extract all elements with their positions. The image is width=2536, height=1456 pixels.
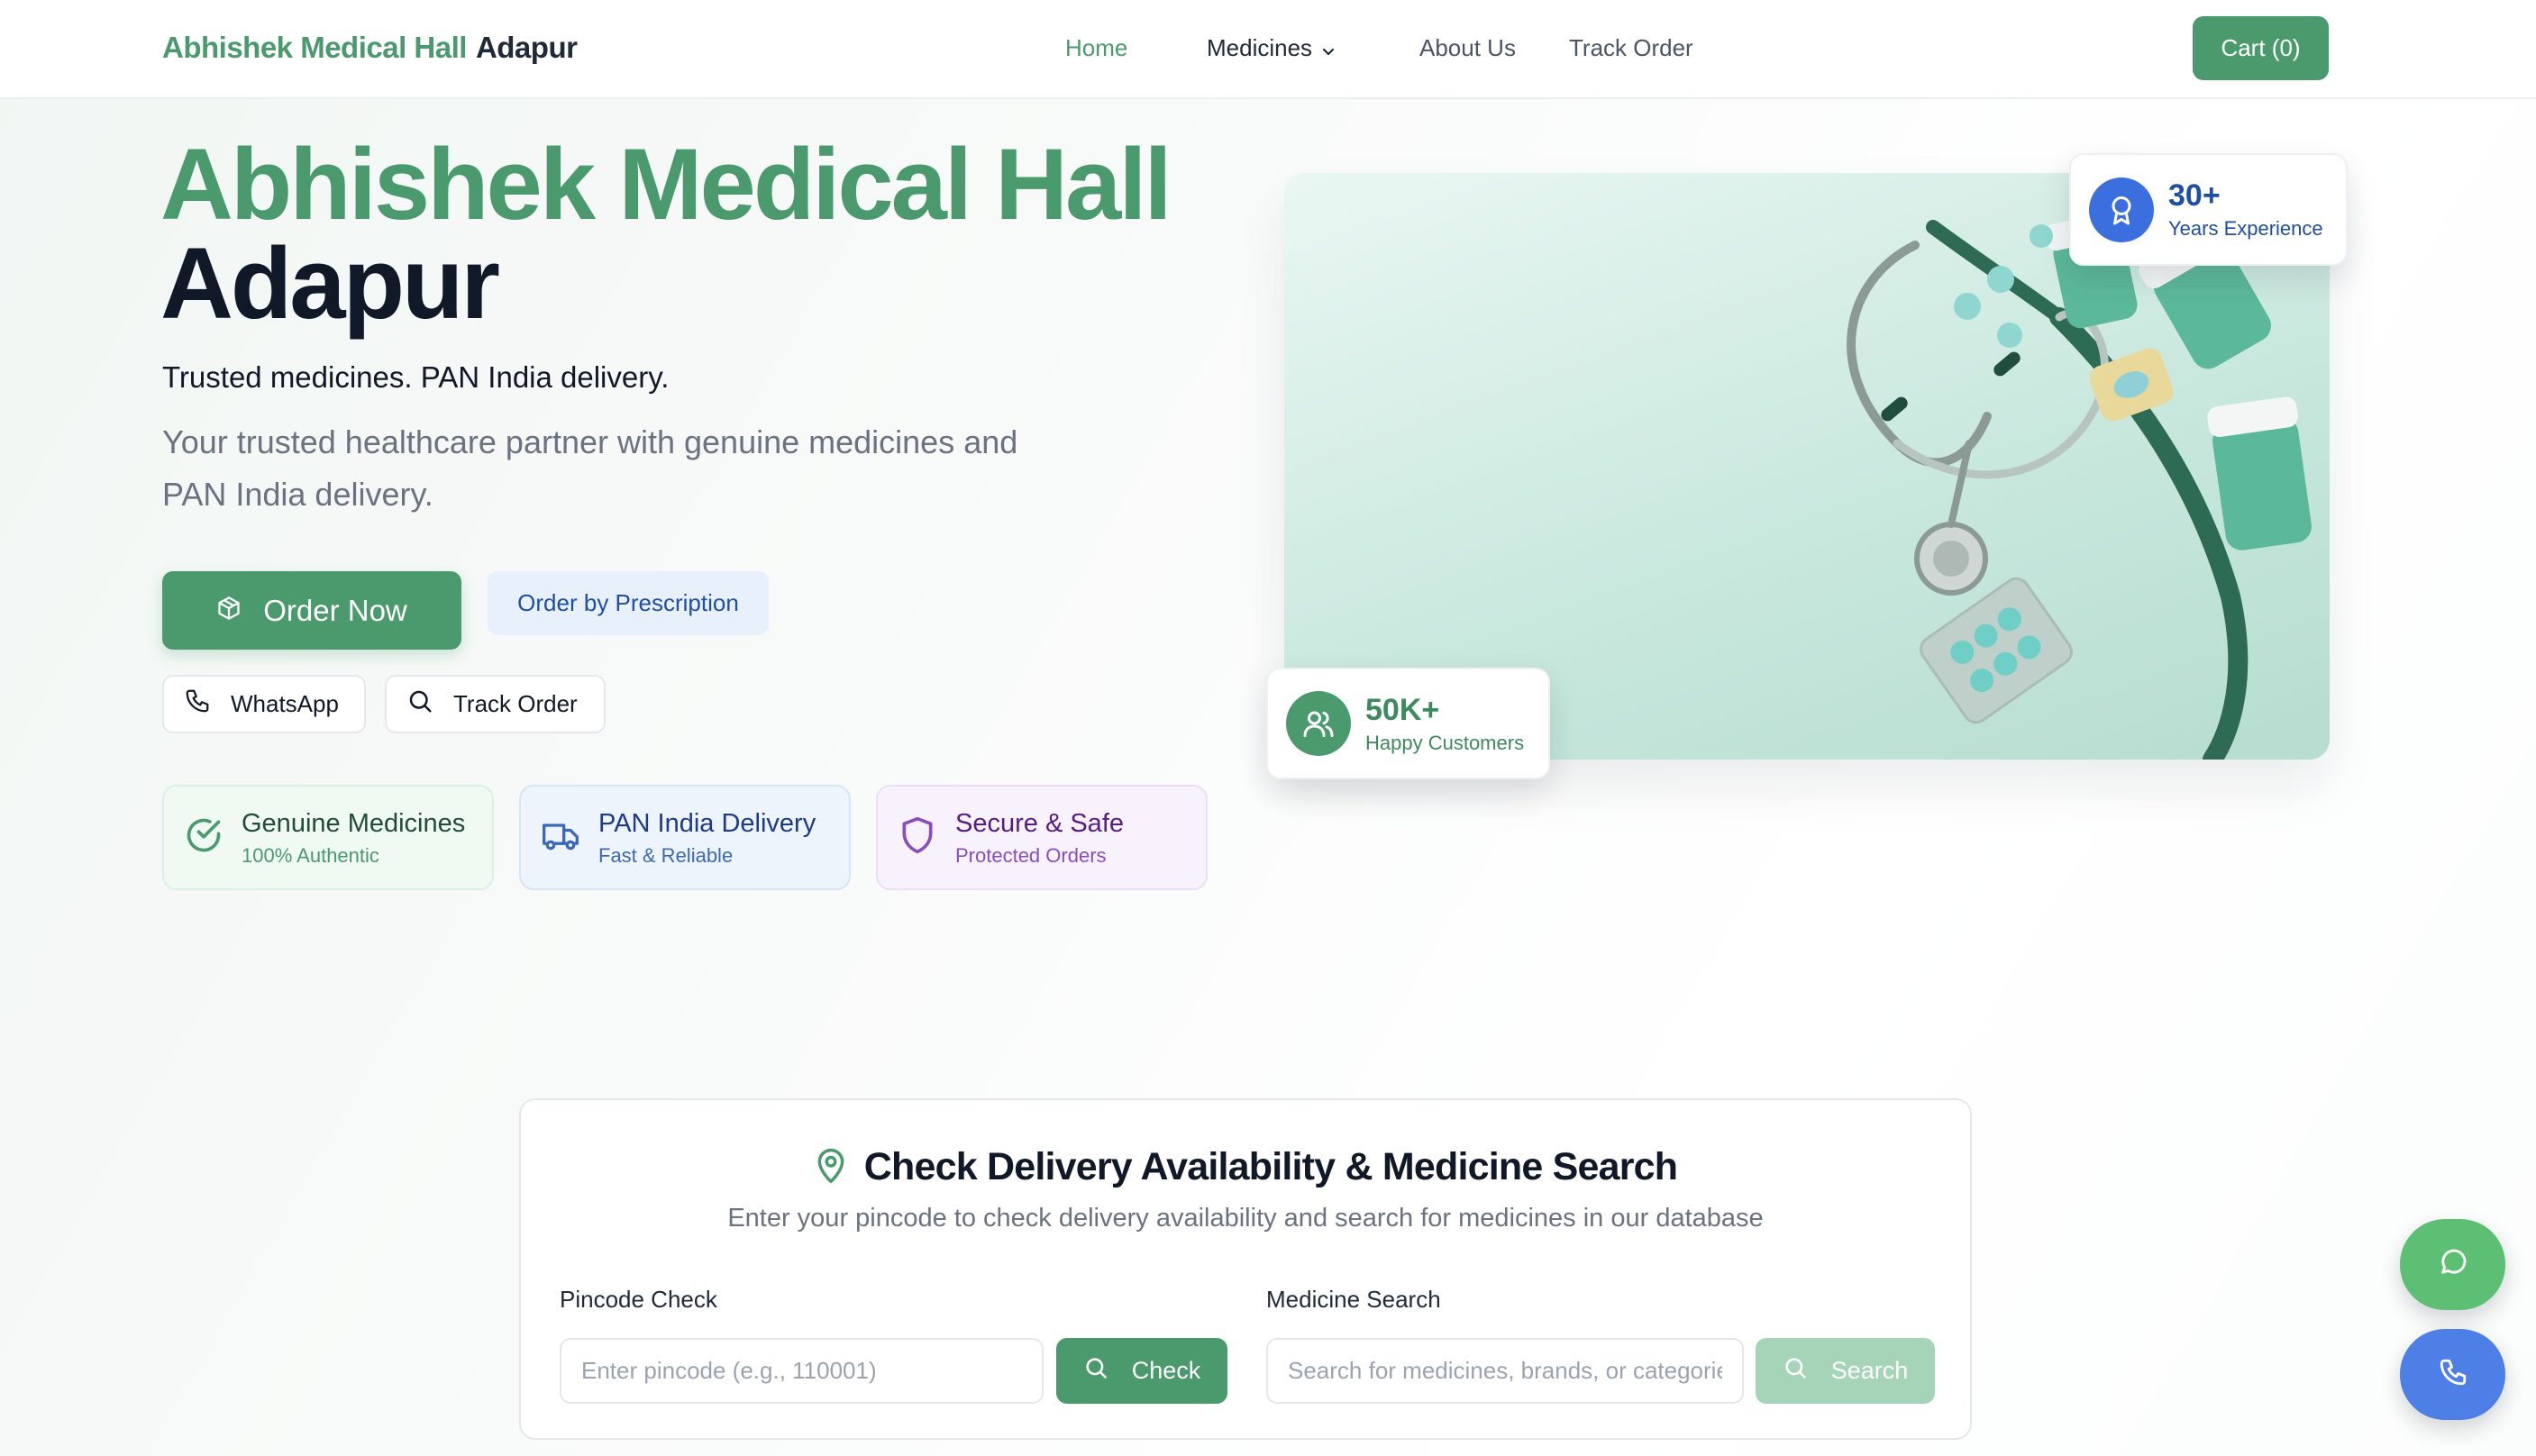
pincode-label: Pincode Check (560, 1286, 717, 1313)
order-now-label: Order Now (263, 593, 407, 627)
map-pin-icon (814, 1147, 848, 1195)
brand-logo[interactable]: Abhishek Medical Hall Adapur (162, 31, 578, 65)
nav-link-about[interactable]: About Us (1419, 34, 1516, 62)
hero-title-line1: Abhishek Medical Hall (160, 128, 1172, 241)
panel-subtitle: Enter your pincode to check delivery ava… (727, 1204, 1764, 1233)
shield-icon (898, 815, 937, 860)
stat-value: 30+ (2168, 178, 2221, 213)
top-navbar: Abhishek Medical Hall Adapur Home Medicin… (0, 0, 2536, 99)
nav-link-medicines-label: Medicines (1207, 34, 1313, 61)
panel-title: Check Delivery Availability & Medicine S… (521, 1145, 1970, 1195)
award-icon (2089, 177, 2154, 242)
message-circle-icon (2438, 1247, 2468, 1282)
track-order-label: Track Order (453, 690, 578, 717)
check-circle-icon (184, 815, 223, 860)
hero-title: Abhishek Medical Hall Adapur (160, 128, 1172, 340)
stat-label: Years Experience (2168, 217, 2323, 240)
feature-subtitle: 100% Authentic (242, 843, 379, 867)
search-icon (1083, 1355, 1108, 1387)
users-icon (1286, 691, 1351, 756)
track-order-button[interactable]: Track Order (385, 675, 606, 733)
hero-title-line2: Adapur (160, 227, 500, 340)
hero-description: Your trusted healthcare partner with gen… (162, 423, 1018, 513)
chevron-down-icon (1321, 36, 1336, 64)
medicine-search-label: Medicine Search (1266, 1286, 1441, 1313)
whatsapp-button[interactable]: WhatsApp (162, 675, 366, 733)
stat-card-experience: 30+ Years Experience (2069, 153, 2348, 266)
panel-title-text: Check Delivery Availability & Medicine S… (863, 1145, 1678, 1188)
feature-subtitle: Fast & Reliable (598, 843, 734, 867)
nav-link-track-order[interactable]: Track Order (1569, 34, 1693, 62)
hero-tagline: Trusted medicines. PAN India delivery. (162, 360, 670, 394)
brand-location: Adapur (475, 31, 578, 64)
search-icon (406, 687, 433, 721)
feature-title: Secure & Safe (955, 808, 1124, 838)
nav-link-home[interactable]: Home (1065, 34, 1127, 62)
pincode-input[interactable] (560, 1338, 1044, 1404)
phone-icon (2438, 1357, 2468, 1392)
stat-card-customers: 50K+ Happy Customers (1266, 668, 1550, 779)
medicine-search-input[interactable] (1266, 1338, 1744, 1404)
whatsapp-label: WhatsApp (231, 690, 339, 717)
check-pincode-button[interactable]: Check (1056, 1338, 1227, 1404)
call-fab[interactable] (2400, 1329, 2505, 1420)
medicine-search-button[interactable]: Search (1756, 1338, 1935, 1404)
brand-name: Abhishek Medical Hall (162, 31, 467, 64)
feature-title: Genuine Medicines (242, 808, 466, 838)
feature-secure-safe: Secure & Safe Protected Orders (876, 785, 1208, 890)
search-label: Search (1830, 1357, 1909, 1384)
feature-pan-india-delivery: PAN India Delivery Fast & Reliable (519, 785, 851, 890)
feature-title: PAN India Delivery (598, 808, 816, 838)
stat-label: Happy Customers (1365, 731, 1525, 754)
stat-value: 50K+ (1365, 692, 1440, 727)
order-now-button[interactable]: Order Now (162, 571, 461, 650)
package-icon (216, 594, 242, 628)
truck-icon (541, 815, 580, 860)
search-icon (1783, 1355, 1808, 1387)
cart-button[interactable]: Cart (0) (2193, 16, 2329, 80)
nav-link-medicines[interactable]: Medicines (1207, 34, 1336, 64)
whatsapp-chat-fab[interactable] (2400, 1219, 2505, 1310)
delivery-search-panel: Check Delivery Availability & Medicine S… (519, 1098, 1972, 1440)
feature-genuine-medicines: Genuine Medicines 100% Authentic (162, 785, 494, 890)
check-label: Check (1131, 1357, 1201, 1384)
order-by-prescription-button[interactable]: Order by Prescription (488, 571, 769, 635)
phone-icon (184, 687, 211, 721)
feature-subtitle: Protected Orders (955, 843, 1107, 867)
